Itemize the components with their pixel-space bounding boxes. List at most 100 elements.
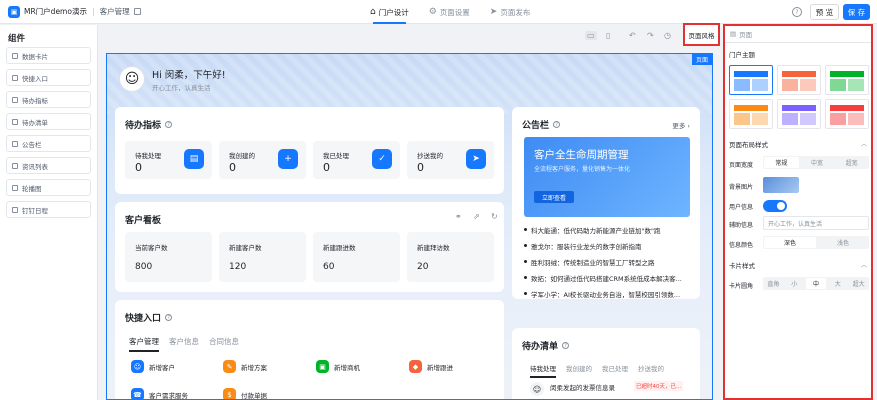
component-label: 资讯列表 xyxy=(22,162,48,171)
todo-metric[interactable]: 我创建的 0 + xyxy=(219,141,306,179)
redo-icon[interactable]: ↷ xyxy=(647,31,654,40)
tab-cc[interactable]: 抄送我的 xyxy=(638,363,664,378)
card-title-text: 快捷入口 xyxy=(125,314,162,324)
tab-customer-management[interactable]: 客户管理 xyxy=(129,336,159,352)
quick-entry-card[interactable]: 快捷入口? 客户管理 客户信息 合同信息 ☺ 新增客户 ✎ 新增方案 ▣ 新增商机 ◆… xyxy=(115,300,504,399)
quick-entry-item[interactable]: ✎ 新增方案 xyxy=(223,360,267,373)
theme-option[interactable] xyxy=(729,65,773,95)
quick-entry-item[interactable]: ☎ 客户需求服务 xyxy=(131,388,188,399)
bg-image-thumbnail[interactable] xyxy=(763,177,799,193)
theme-swatch xyxy=(830,105,864,111)
user-info-toggle[interactable] xyxy=(763,200,787,212)
quick-entry-item[interactable]: ◆ 新增跟进 xyxy=(409,360,453,373)
more-link[interactable]: 更多 › xyxy=(672,120,690,130)
edit-icon[interactable] xyxy=(133,8,141,15)
tab-contract-info[interactable]: 合同信息 xyxy=(209,336,239,352)
todo-metric[interactable]: 我已处理 0 ✓ xyxy=(313,141,400,179)
mobile-view-icon[interactable]: ▯ xyxy=(606,31,610,40)
help-icon[interactable]: ? xyxy=(792,7,802,17)
component-data-card[interactable]: 数据卡片 xyxy=(6,47,91,64)
notice-board-card[interactable]: 公告栏? 更多 › 客户全生命周期管理 全流程客户服务，量化销售为一体化 立即查… xyxy=(512,107,700,299)
news-item[interactable]: 胜利羽绒：传统制造业的智慧工厂转型之路 xyxy=(524,257,655,267)
todo-item-title[interactable]: 闵柔发起的发票信息录 xyxy=(550,382,615,392)
quick-entry-item[interactable]: $ 付款单据 xyxy=(223,388,267,399)
width-selector: 常规 中宽 超宽 xyxy=(763,156,869,169)
tab-customer-info[interactable]: 客户信息 xyxy=(169,336,199,352)
width-option[interactable]: 常规 xyxy=(764,157,799,168)
theme-option[interactable] xyxy=(729,99,773,129)
theme-option[interactable] xyxy=(825,65,869,95)
news-item[interactable]: 科大能通：低代码助力新能源产业链加"数"跑 xyxy=(524,225,660,235)
news-item[interactable]: 雅戈尔：服装行业龙头的数字创新指南 xyxy=(524,241,642,251)
component-icon xyxy=(12,96,18,103)
theme-option[interactable] xyxy=(777,65,821,95)
tab-page-settings[interactable]: ⚙ 页面设置 xyxy=(419,0,480,24)
component-quick-entry[interactable]: 快捷入口 xyxy=(6,69,91,86)
info-color-option[interactable]: 浅色 xyxy=(817,236,869,249)
metric-label: 待我处理 xyxy=(135,152,161,160)
todo-metrics-card[interactable]: 待办指标? 待我处理 0 ▤ 我创建的 0 + 我已处理 0 ✓ 抄送我的 0 ➤ xyxy=(115,107,504,194)
radius-option[interactable]: 小 xyxy=(784,277,805,290)
tab-page-publish[interactable]: ➤ 页面发布 xyxy=(480,0,541,24)
customer-metric[interactable]: 新建客户数 120 xyxy=(219,232,306,282)
radius-option[interactable]: 中 xyxy=(805,278,827,289)
customer-metric[interactable]: 新建跟进数 60 xyxy=(313,232,400,282)
component-carousel[interactable]: 轮播图 xyxy=(6,179,91,196)
refresh-icon[interactable]: ↻ xyxy=(491,212,498,221)
todo-metric[interactable]: 抄送我的 0 ➤ xyxy=(407,141,494,179)
quick-entry-label: 新增跟进 xyxy=(427,363,453,372)
save-button[interactable]: 保 存 xyxy=(843,4,870,20)
metric-value: 20 xyxy=(417,262,429,272)
quick-entry-item[interactable]: ▣ 新增商机 xyxy=(316,360,360,373)
page-style-button[interactable]: 页面风格 xyxy=(683,23,720,46)
component-news-list[interactable]: 资讯列表 xyxy=(6,157,91,174)
preview-button[interactable]: 预 览 xyxy=(810,4,839,20)
customer-metric[interactable]: 新建拜访数 20 xyxy=(407,232,494,282)
news-item[interactable]: 学军小学：AI校长驱动业务自治，智慧校园引领数... xyxy=(524,289,680,299)
component-dingtalk-schedule[interactable]: 钉钉日程 xyxy=(6,201,91,218)
theme-option[interactable] xyxy=(777,99,821,129)
quick-entry-item[interactable]: ☺ 新增客户 xyxy=(131,360,175,373)
width-option[interactable]: 超宽 xyxy=(834,156,869,169)
component-notice-board[interactable]: 公告栏 xyxy=(6,135,91,152)
greeting-subtitle: 开心工作，认真生活 xyxy=(152,84,211,92)
component-todo-list[interactable]: 待办清单 xyxy=(6,113,91,130)
width-option[interactable]: 中宽 xyxy=(800,156,835,169)
theme-swatch xyxy=(782,71,816,77)
link-icon[interactable]: ⚭ xyxy=(455,212,462,221)
radius-option[interactable]: 大 xyxy=(827,277,848,290)
component-panel-title: 组件 xyxy=(8,34,26,44)
radius-option[interactable]: 超大 xyxy=(848,277,869,290)
tab-pending[interactable]: 待我处理 xyxy=(530,363,556,378)
external-link-icon[interactable]: ⇗ xyxy=(473,212,480,221)
banner[interactable]: 客户全生命周期管理 全流程客户服务，量化销售为一体化 立即查看 xyxy=(524,137,690,217)
canvas-toolbar: ▭ ▯ ↶ ↷ ◷ xyxy=(99,25,720,46)
tab-processed[interactable]: 我已处理 xyxy=(602,363,628,378)
property-panel-title: 页面 xyxy=(739,31,753,39)
tab-portal-design[interactable]: ⌂ 门户设计 xyxy=(360,0,419,24)
info-color-option[interactable]: 深色 xyxy=(764,237,816,248)
tab-created[interactable]: 我创建的 xyxy=(566,363,592,378)
customer-dashboard-card[interactable]: 客户看板 ⚭ ⇗ ↻ 当前客户数 800 新建客户数 120 新建跟进数 60 新建拜… xyxy=(115,202,504,292)
radius-option[interactable]: 直角 xyxy=(763,277,784,290)
desktop-view-icon[interactable]: ▭ xyxy=(585,31,597,40)
theme-swatch xyxy=(752,113,768,125)
info-color-selector: 深色 浅色 xyxy=(763,236,869,249)
history-icon[interactable]: ◷ xyxy=(664,31,671,40)
undo-icon[interactable]: ↶ xyxy=(629,31,636,40)
news-item[interactable]: 致拓：如何通过低代码搭建CRM系统低成本解决客... xyxy=(524,273,682,283)
todo-list-card[interactable]: 待办清单? 待我处理 我创建的 我已处理 抄送我的 ☺ 闵柔发起的发票信息录 已… xyxy=(512,328,700,399)
width-label: 页面宽度 xyxy=(729,162,754,169)
component-icon xyxy=(12,52,18,59)
theme-option[interactable] xyxy=(825,99,869,129)
theme-swatch xyxy=(734,113,750,125)
component-todo-metrics[interactable]: 待办指标 xyxy=(6,91,91,108)
aux-info-input[interactable]: 开心工作，认真生活 xyxy=(763,216,869,230)
chevron-up-icon[interactable]: ︿ xyxy=(861,139,867,148)
customer-metric[interactable]: 当前客户数 800 xyxy=(125,232,212,282)
todo-metric[interactable]: 待我处理 0 ▤ xyxy=(125,141,212,179)
theme-swatch xyxy=(734,79,750,91)
theme-swatch xyxy=(782,113,798,125)
banner-view-button[interactable]: 立即查看 xyxy=(534,191,574,203)
chevron-up-icon[interactable]: ︿ xyxy=(861,260,867,269)
